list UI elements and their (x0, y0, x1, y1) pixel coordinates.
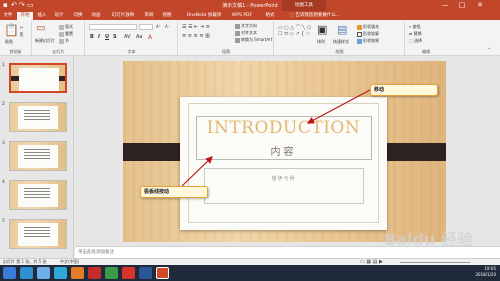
zoom-slider[interactable] (400, 262, 470, 263)
ie-icon[interactable] (20, 267, 33, 279)
windows-taskbar: 19:05 2018/1/20 (0, 265, 500, 281)
app-icon-orange[interactable] (71, 267, 84, 279)
guide-arrow (181, 156, 213, 187)
app-icon-red-2[interactable] (122, 267, 135, 279)
baidu-watermark: Baidu 经验 (384, 230, 473, 249)
guide-callout: 极板线按动 (140, 186, 208, 198)
explorer-icon[interactable] (37, 267, 50, 279)
app-icon[interactable] (54, 267, 67, 279)
clock-date: 2018/1/20 (475, 272, 496, 277)
system-clock[interactable]: 19:05 2018/1/20 (475, 266, 496, 278)
status-bar: 幻灯片 第 1 张，共 5 张 中文(中国) ▭ ▦ ▤ ▶ (0, 258, 500, 265)
app-icon-red[interactable] (88, 267, 101, 279)
app-icon-green[interactable] (105, 267, 118, 279)
move-callout: 移动 (370, 84, 438, 96)
powerpoint-icon[interactable] (156, 267, 169, 279)
word-icon[interactable] (139, 267, 152, 279)
start-button[interactable] (3, 267, 16, 279)
move-arrow (306, 89, 371, 124)
